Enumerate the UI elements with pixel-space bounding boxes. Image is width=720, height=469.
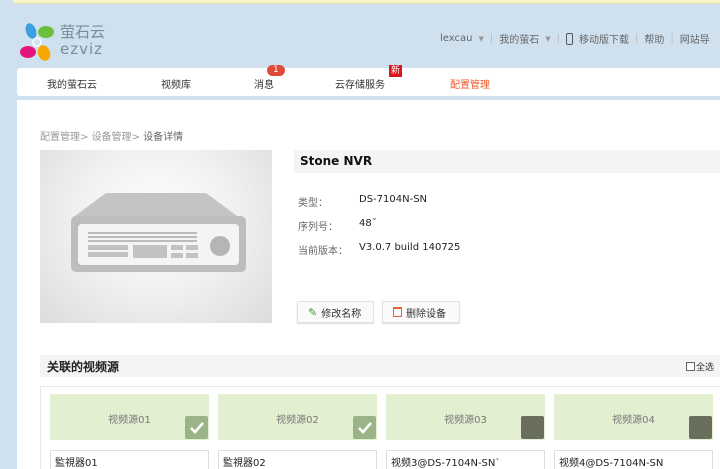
nav-cloud-storage[interactable]: 云存储服务 [335, 76, 385, 91]
video-source-tile[interactable]: 视频源03 [386, 394, 545, 440]
crumb-config[interactable]: 配置管理 [40, 132, 80, 143]
device-name: Stone NVR [294, 150, 720, 173]
site-nav-link[interactable]: 网站导 [680, 31, 710, 46]
serial-label: 序列号： [298, 222, 338, 233]
pencil-icon: ✎ [308, 305, 318, 319]
select-all[interactable]: 全选 [686, 360, 714, 373]
rename-label: 修改名称 [321, 308, 362, 320]
video-source-tile[interactable]: 视频源01 [50, 394, 209, 440]
checkbox-checked[interactable] [353, 416, 376, 439]
crumb-current: 设备详情 [143, 132, 184, 143]
video-source-tile[interactable]: 视频源04 [554, 394, 713, 440]
check-icon [189, 421, 204, 434]
top-links: lexcau ▼ | 我的萤石 ▼ | 移动版下载 | 帮助 | 网站导 [440, 31, 710, 46]
caret-down-icon: ▼ [478, 34, 484, 43]
trash-icon [393, 307, 402, 317]
message-count-badge: 1 [267, 65, 285, 76]
my-ezviz-menu[interactable]: 我的萤石 [499, 31, 539, 46]
type-label: 类型： [298, 198, 328, 209]
version-value: V3.0.7 build 140725 [359, 242, 461, 253]
serial-value: 48˘ [359, 218, 377, 229]
crumb-devices[interactable]: 设备管理 [92, 132, 132, 143]
nav-config[interactable]: 配置管理 [450, 76, 490, 91]
select-all-checkbox[interactable] [686, 362, 695, 371]
video-source-tile[interactable]: 视频源02 [218, 394, 377, 440]
checkbox-checked[interactable] [185, 416, 208, 439]
type-value: DS-7104N-SN [359, 194, 428, 205]
main-nav: 我的萤石云 视频库 消息 1 云存储服务 新 配置管理 [17, 65, 720, 96]
checkbox-unchecked[interactable] [689, 416, 712, 439]
rename-button[interactable]: ✎ 修改名称 [297, 301, 374, 323]
checkbox-unchecked[interactable] [521, 416, 544, 439]
device-image [40, 150, 272, 323]
nav-video-library[interactable]: 视频库 [161, 76, 191, 91]
help-link[interactable]: 帮助 [644, 31, 664, 46]
new-badge: 新 [389, 65, 403, 77]
source-name-input[interactable] [218, 450, 377, 469]
source-name-input[interactable] [386, 450, 545, 469]
brand-cn: 萤石云 [60, 23, 106, 41]
user-menu[interactable]: lexcau [440, 33, 472, 44]
caret-down-icon: ▼ [545, 34, 551, 43]
check-icon [357, 421, 372, 434]
version-label: 当前版本： [298, 246, 348, 257]
nav-messages[interactable]: 消息 [254, 76, 274, 91]
mobile-download-link[interactable]: 移动版下载 [579, 31, 629, 46]
top-strip [13, 0, 720, 4]
phone-icon [566, 32, 573, 45]
delete-label: 删除设备 [406, 308, 446, 320]
delete-button[interactable]: 删除设备 [382, 301, 460, 323]
source-name-input[interactable] [50, 450, 209, 469]
breadcrumb: 配置管理> 设备管理> 设备详情 [40, 132, 184, 143]
brand-en: ezviz [60, 40, 104, 58]
select-all-label: 全选 [696, 363, 715, 373]
nav-my-ezviz[interactable]: 我的萤石云 [47, 76, 97, 91]
section-title: 关联的视频源 [40, 355, 720, 377]
nvr-icon [71, 193, 246, 272]
source-name-input[interactable] [554, 450, 713, 469]
